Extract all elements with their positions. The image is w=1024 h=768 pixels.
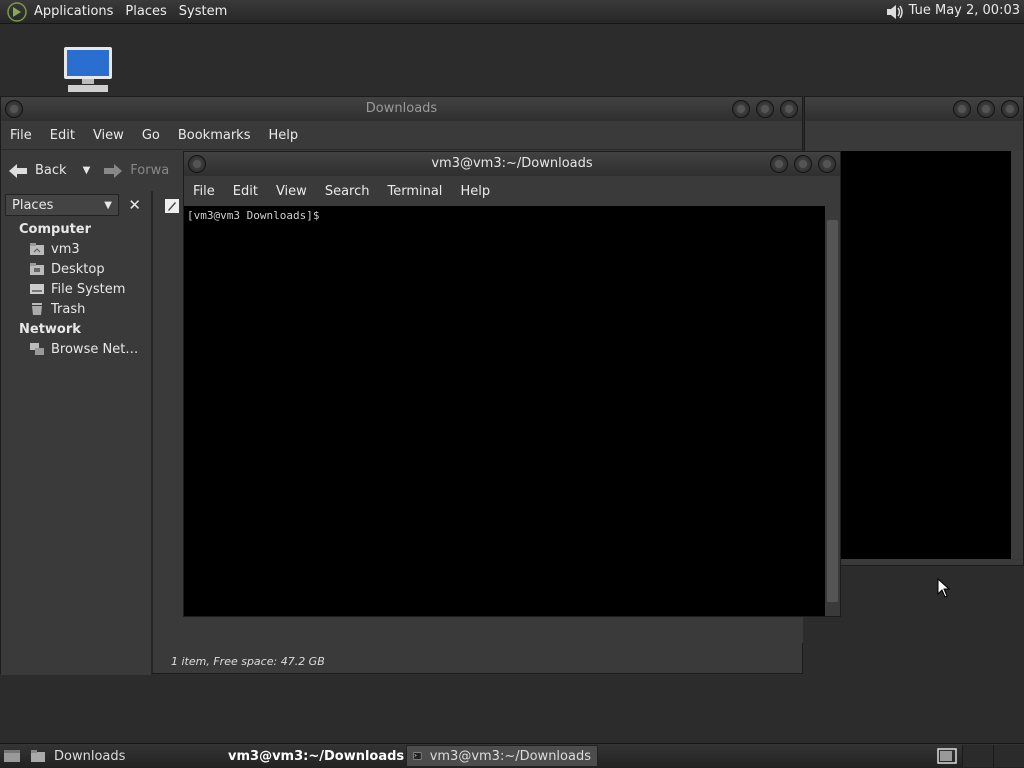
- show-desktop-button[interactable]: [0, 745, 24, 767]
- terminal-menubar: File Edit View Search Terminal Help: [184, 176, 840, 206]
- sidebar-item-file-system[interactable]: File System: [1, 279, 151, 299]
- sidebar-item-desktop[interactable]: Desktop: [1, 259, 151, 279]
- menu-terminal[interactable]: Terminal: [378, 184, 451, 199]
- workspace-switcher[interactable]: [962, 745, 1024, 767]
- sidebar-item-vm3[interactable]: vm3: [1, 239, 151, 259]
- places-dropdown[interactable]: Places ▼: [5, 194, 119, 216]
- window-title: vm3@vm3:~/Downloads: [431, 156, 593, 171]
- scrollbar-thumb[interactable]: [827, 220, 838, 602]
- top-panel: Applications Places System Tue May 2, 00…: [0, 0, 1024, 24]
- side-pane: Places ▼ ✕ Computer vm3 Desktop File Sys…: [1, 191, 153, 675]
- terminal-scrollbar[interactable]: [825, 206, 840, 616]
- menu-edit[interactable]: Edit: [224, 184, 267, 199]
- terminal-titlebar[interactable]: vm3@vm3:~/Downloads: [184, 152, 840, 176]
- back-arrow-icon: [9, 163, 27, 178]
- clock[interactable]: Tue May 2, 00:03: [909, 3, 1020, 18]
- file-manager-titlebar[interactable]: Downloads: [1, 97, 802, 121]
- close-button[interactable]: [818, 155, 836, 173]
- menu-view[interactable]: View: [267, 184, 316, 199]
- maximize-button[interactable]: [794, 155, 812, 173]
- system-menu[interactable]: System: [173, 4, 233, 19]
- window-menu-button[interactable]: [188, 155, 206, 173]
- menu-bookmarks[interactable]: Bookmarks: [169, 128, 260, 143]
- shell-prompt: [vm3@vm3 Downloads]$: [187, 209, 320, 222]
- menu-help[interactable]: Help: [451, 184, 499, 199]
- back-label: Back: [35, 163, 67, 178]
- folder-icon: [31, 750, 45, 762]
- desktop-folder-icon: [30, 263, 44, 275]
- menu-search[interactable]: Search: [316, 184, 379, 199]
- chevron-down-icon: ▼: [104, 199, 112, 211]
- home-folder-icon: [30, 243, 44, 255]
- menu-help[interactable]: Help: [259, 128, 307, 143]
- terminal-window[interactable]: vm3@vm3:~/Downloads File Edit View Searc…: [183, 151, 841, 617]
- menu-file[interactable]: File: [184, 184, 224, 199]
- menu-edit[interactable]: Edit: [41, 128, 84, 143]
- back-button[interactable]: Back ▼: [1, 162, 96, 180]
- places-menu[interactable]: Places: [119, 4, 172, 19]
- background-window-titlebar[interactable]: [805, 97, 1023, 121]
- window-menu-button[interactable]: [5, 100, 23, 118]
- computer-icon[interactable]: [62, 46, 114, 94]
- maximize-button[interactable]: [756, 100, 774, 118]
- mouse-cursor-icon: [937, 578, 951, 598]
- section-network: Network: [19, 322, 81, 337]
- forward-arrow-icon: [104, 163, 123, 178]
- background-window-content: [841, 151, 1011, 559]
- places-header: Places ▼ ✕: [5, 193, 147, 217]
- window-list-icon[interactable]: [936, 747, 958, 765]
- minimize-button[interactable]: [732, 100, 750, 118]
- minimize-button[interactable]: [953, 100, 971, 118]
- menu-view[interactable]: View: [84, 128, 133, 143]
- terminal-icon: [413, 752, 422, 760]
- volume-icon[interactable]: [884, 2, 906, 22]
- status-bar: 1 item, Free space: 47.2 GB: [171, 655, 325, 668]
- close-button[interactable]: [780, 100, 798, 118]
- taskbar-item-terminal-2[interactable]: vm3@vm3:~/Downloads: [406, 745, 598, 767]
- app-menu-logo-icon[interactable]: [6, 1, 28, 23]
- sidebar-item-trash[interactable]: Trash: [1, 299, 151, 319]
- background-window-scrollbar[interactable]: [1011, 151, 1023, 559]
- applications-menu[interactable]: Applications: [28, 4, 119, 19]
- sidebar-item-browse-network[interactable]: Browse Net…: [1, 339, 151, 359]
- menu-go[interactable]: Go: [133, 128, 169, 143]
- section-computer: Computer: [19, 222, 92, 237]
- chevron-down-icon[interactable]: ▼: [83, 165, 91, 176]
- bottom-panel: Downloads vm3@vm3:~/Downloads vm3@vm3:~/…: [0, 743, 1024, 768]
- close-button[interactable]: [1001, 100, 1019, 118]
- forward-button[interactable]: Forwa: [96, 162, 175, 180]
- edit-location-icon[interactable]: [163, 197, 181, 215]
- desktop-icon: [4, 750, 20, 762]
- workspace-1[interactable]: [962, 745, 993, 767]
- terminal-output[interactable]: [vm3@vm3 Downloads]$: [184, 206, 826, 616]
- places-dropdown-label: Places: [12, 197, 54, 213]
- trash-icon: [32, 303, 42, 315]
- drive-icon: [30, 284, 44, 294]
- file-manager-menubar: File Edit View Go Bookmarks Help: [1, 121, 802, 149]
- taskbar-item-terminal-1[interactable]: vm3@vm3:~/Downloads: [214, 745, 406, 767]
- taskbar-item-downloads[interactable]: Downloads: [24, 745, 214, 767]
- network-icon: [30, 343, 44, 355]
- window-title: Downloads: [365, 101, 438, 116]
- workspace-2[interactable]: [993, 745, 1024, 767]
- maximize-button[interactable]: [977, 100, 995, 118]
- minimize-button[interactable]: [770, 155, 788, 173]
- close-icon[interactable]: ✕: [128, 196, 147, 214]
- menu-file[interactable]: File: [1, 128, 41, 143]
- forward-label: Forwa: [130, 163, 170, 178]
